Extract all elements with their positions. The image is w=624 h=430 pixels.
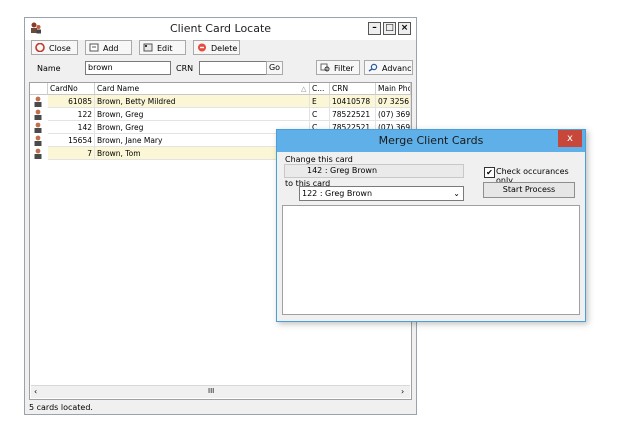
merge-title-bar[interactable]: Merge Client Cards x: [277, 130, 585, 152]
check-occurrences-checkbox[interactable]: ✔: [484, 167, 495, 178]
merge-client-cards-dialog: Merge Client Cards x Change this card 14…: [276, 129, 586, 322]
cell-cardno: 61085: [48, 95, 95, 108]
cell-crn: 10410578: [330, 95, 376, 108]
chevron-down-icon: ⌄: [453, 189, 460, 198]
advanced-button[interactable]: Advance: [364, 60, 413, 75]
maximize-icon[interactable]: □: [383, 22, 396, 35]
merge-results-pane: [282, 205, 580, 315]
scroll-thumb[interactable]: III: [208, 387, 214, 395]
person-icon: [34, 96, 42, 107]
person-icon: [34, 109, 42, 120]
add-card-icon: [89, 43, 99, 52]
filter-button[interactable]: Filter: [316, 60, 360, 75]
add-button[interactable]: Add: [85, 40, 132, 55]
change-card-label: Change this card: [285, 155, 353, 164]
header-icon-col: [30, 83, 48, 95]
crn-label: CRN: [176, 64, 194, 73]
crn-input[interactable]: [199, 61, 267, 75]
filter-button-label: Filter: [334, 64, 354, 73]
cell-phone: (07) 3695: [376, 108, 411, 121]
scroll-right-icon[interactable]: ›: [401, 387, 404, 396]
header-crn[interactable]: CRN: [330, 83, 376, 95]
header-c[interactable]: C...: [310, 83, 330, 95]
close-button[interactable]: Close: [31, 40, 78, 55]
go-button[interactable]: Go: [266, 61, 283, 75]
close-icon[interactable]: ×: [398, 22, 411, 35]
person-icon: [34, 148, 42, 159]
to-card-value: 122 : Greg Brown: [302, 189, 373, 198]
person-icon: [34, 135, 42, 146]
table-row[interactable]: 122 Brown, Greg C 78522521 (07) 3695: [30, 108, 411, 121]
cell-phone: 07 3256 0: [376, 95, 411, 108]
header-main-phone[interactable]: Main Phon: [376, 83, 411, 95]
minimize-icon[interactable]: –: [368, 22, 381, 35]
start-process-button[interactable]: Start Process: [483, 182, 575, 198]
filter-icon: [320, 63, 330, 72]
scroll-left-icon[interactable]: ‹: [34, 387, 37, 396]
add-button-label: Add: [103, 44, 119, 53]
cell-cardno: 15654: [48, 134, 95, 147]
header-card-name[interactable]: Card Name: [95, 83, 310, 95]
close-button-label: Close: [49, 44, 71, 53]
horizontal-scrollbar[interactable]: ‹ III ›: [31, 385, 410, 398]
delete-icon: [198, 43, 206, 52]
delete-button[interactable]: Delete: [193, 40, 240, 55]
table-row[interactable]: 61085 Brown, Betty Mildred E 10410578 07…: [30, 95, 411, 108]
person-icon: [34, 122, 42, 133]
cell-c: C: [310, 108, 330, 121]
title-bar[interactable]: Client Card Locate – □ ×: [25, 18, 416, 40]
edit-button-label: Edit: [157, 44, 173, 53]
cell-cardno: 142: [48, 121, 95, 134]
advanced-button-label: Advance: [382, 64, 413, 73]
merge-close-icon[interactable]: x: [558, 130, 582, 147]
cell-c: E: [310, 95, 330, 108]
delete-button-label: Delete: [211, 44, 238, 53]
cell-card-name: Brown, Betty Mildred: [95, 95, 310, 108]
cell-card-name: Brown, Greg: [95, 108, 310, 121]
status-text: 5 cards located.: [29, 403, 93, 412]
cell-cardno: 122: [48, 108, 95, 121]
search-icon: [368, 63, 378, 72]
change-card-field: 142 : Greg Brown: [284, 164, 464, 178]
name-input[interactable]: brown: [85, 61, 171, 75]
window-title: Client Card Locate: [169, 22, 272, 35]
cell-cardno: 7: [48, 147, 95, 160]
edit-card-icon: [143, 43, 153, 52]
close-circle-icon: [35, 43, 45, 52]
to-card-select[interactable]: 122 : Greg Brown ⌄: [299, 186, 464, 201]
header-cardno[interactable]: CardNo: [48, 83, 95, 95]
edit-button[interactable]: Edit: [139, 40, 186, 55]
merge-title: Merge Client Cards: [378, 134, 484, 147]
name-label: Name: [37, 64, 61, 73]
cell-crn: 78522521: [330, 108, 376, 121]
sort-arrow-icon: △: [301, 85, 307, 93]
